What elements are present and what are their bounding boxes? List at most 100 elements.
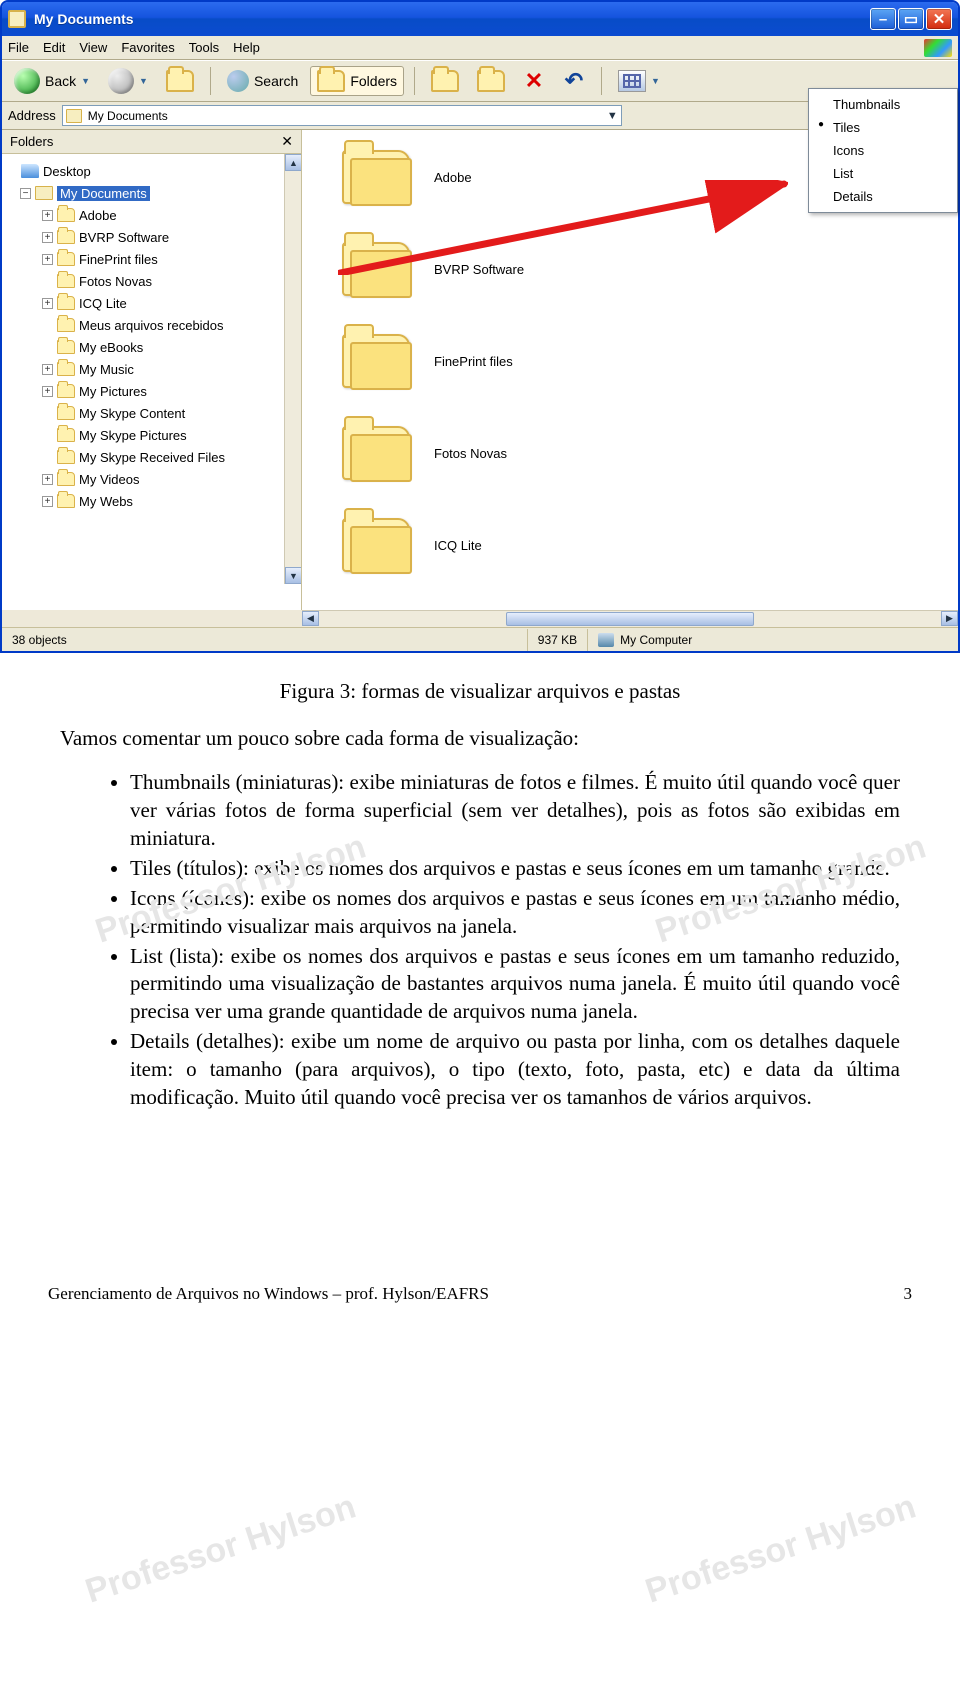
scrollbar-thumb[interactable] (506, 612, 755, 626)
tree-node[interactable]: + BVRP Software (2, 226, 301, 248)
list-item: Tiles (títulos): exibe os nomes dos arqu… (130, 855, 900, 883)
tree-node[interactable]: +My Webs (2, 490, 301, 512)
status-bar: 38 objects 937 KB My Computer (2, 627, 958, 651)
scroll-down-icon[interactable]: ▼ (285, 567, 301, 584)
tree-node[interactable]: Fotos Novas (2, 270, 301, 292)
menu-help[interactable]: Help (233, 40, 260, 55)
up-folder-icon (166, 70, 194, 92)
list-item: List (lista): exibe os nomes dos arquivo… (130, 943, 900, 1027)
views-menu-item[interactable]: List (813, 162, 953, 185)
vertical-scrollbar[interactable]: ▲ ▼ (284, 154, 301, 584)
tree-label: BVRP Software (79, 230, 169, 245)
tile-item[interactable]: FinePrint files (342, 334, 958, 388)
tree-label: My Skype Content (79, 406, 185, 421)
forward-button[interactable]: ▼ (102, 65, 154, 97)
document-body: Figura 3: formas de visualizar arquivos … (0, 671, 960, 1112)
expand-icon[interactable]: + (42, 210, 53, 221)
folder-icon (57, 340, 75, 354)
copy-to-button[interactable] (471, 67, 511, 95)
expand-icon[interactable]: + (42, 386, 53, 397)
folders-icon (317, 70, 345, 92)
my-documents-icon (8, 10, 26, 28)
tree-node-desktop[interactable]: Desktop (2, 160, 301, 182)
folders-button[interactable]: Folders (310, 66, 404, 96)
expand-icon[interactable]: + (42, 254, 53, 265)
tree-node[interactable]: + My Videos (2, 468, 301, 490)
folder-icon (342, 242, 410, 296)
menubar: File Edit View Favorites Tools Help (2, 36, 958, 60)
collapse-icon[interactable]: − (20, 188, 31, 199)
tile-item[interactable]: BVRP Software (342, 242, 958, 296)
expand-icon[interactable]: + (42, 474, 53, 485)
menu-tools[interactable]: Tools (189, 40, 219, 55)
tree-label: My eBooks (79, 340, 143, 355)
expand-icon[interactable]: + (42, 496, 53, 507)
tree-node[interactable]: +Adobe (2, 204, 301, 226)
tile-item[interactable]: Fotos Novas (342, 426, 958, 480)
folder-icon (57, 472, 75, 486)
tree-label: My Documents (57, 186, 150, 201)
menu-favorites[interactable]: Favorites (121, 40, 174, 55)
tree-node[interactable]: Meus arquivos recebidos (2, 314, 301, 336)
tree-node[interactable]: +My Pictures (2, 380, 301, 402)
minimize-button[interactable]: – (870, 8, 896, 30)
folders-pane: Folders ✕ ▲ ▼ Desktop − My Documents +Ad… (2, 130, 302, 610)
tree-node[interactable]: +ICQ Lite (2, 292, 301, 314)
scroll-left-icon[interactable]: ◀ (302, 611, 319, 626)
views-menu-item[interactable]: Tiles (813, 116, 953, 139)
close-pane-button[interactable]: ✕ (281, 133, 293, 150)
delete-button[interactable]: ✕ (517, 67, 551, 95)
undo-icon: ↶ (563, 70, 585, 92)
tree-label: My Skype Received Files (79, 450, 225, 465)
folder-icon (342, 334, 410, 388)
undo-button[interactable]: ↶ (557, 67, 591, 95)
views-icon (618, 70, 646, 92)
address-label: Address (8, 108, 56, 123)
tree-node[interactable]: +My Music (2, 358, 301, 380)
tree-node[interactable]: My eBooks (2, 336, 301, 358)
expand-icon[interactable]: + (42, 298, 53, 309)
list-item: Details (detalhes): exibe um nome de arq… (130, 1028, 900, 1112)
up-button[interactable] (160, 67, 200, 95)
views-menu-item[interactable]: Icons (813, 139, 953, 162)
tree-node[interactable]: +FinePrint files (2, 248, 301, 270)
expand-icon[interactable]: + (42, 232, 53, 243)
horizontal-scrollbar[interactable]: ◀ ▶ (302, 610, 958, 627)
folders-pane-title: Folders (10, 134, 53, 149)
menu-view[interactable]: View (79, 40, 107, 55)
menu-file[interactable]: File (8, 40, 29, 55)
views-menu-item[interactable]: Details (813, 185, 953, 208)
tree-label: My Videos (79, 472, 139, 487)
copy-to-icon (477, 70, 505, 92)
move-to-button[interactable] (425, 67, 465, 95)
scroll-up-icon[interactable]: ▲ (285, 154, 301, 171)
scroll-right-icon[interactable]: ▶ (941, 611, 958, 626)
status-size: 937 KB (528, 629, 588, 651)
tree-node-my-documents[interactable]: − My Documents (2, 182, 301, 204)
menu-edit[interactable]: Edit (43, 40, 65, 55)
titlebar: My Documents – ▭ ✕ (2, 2, 958, 36)
tile-label: Fotos Novas (434, 446, 507, 461)
back-button[interactable]: Back ▼ (8, 65, 96, 97)
tree-node[interactable]: My Skype Content (2, 402, 301, 424)
my-computer-icon (598, 633, 614, 647)
views-button[interactable]: ▼ (612, 67, 666, 95)
tile-label: ICQ Lite (434, 538, 482, 553)
tree-label: Fotos Novas (79, 274, 152, 289)
address-field[interactable]: My Documents ▼ (62, 105, 622, 126)
list-item: Thumbnails (miniaturas): exibe miniatura… (130, 769, 900, 853)
expand-icon[interactable]: + (42, 364, 53, 375)
chevron-down-icon: ▼ (651, 76, 660, 86)
views-menu-item[interactable]: Thumbnails (813, 93, 953, 116)
address-value: My Documents (88, 109, 168, 123)
window-title: My Documents (34, 11, 134, 27)
tree-node[interactable]: My Skype Pictures (2, 424, 301, 446)
tree-node[interactable]: My Skype Received Files (2, 446, 301, 468)
maximize-button[interactable]: ▭ (898, 8, 924, 30)
search-button[interactable]: Search (221, 67, 304, 95)
tile-item[interactable]: ICQ Lite (342, 518, 958, 572)
folder-icon (342, 426, 410, 480)
close-button[interactable]: ✕ (926, 8, 952, 30)
delete-icon: ✕ (523, 70, 545, 92)
chevron-down-icon[interactable]: ▼ (607, 110, 618, 122)
